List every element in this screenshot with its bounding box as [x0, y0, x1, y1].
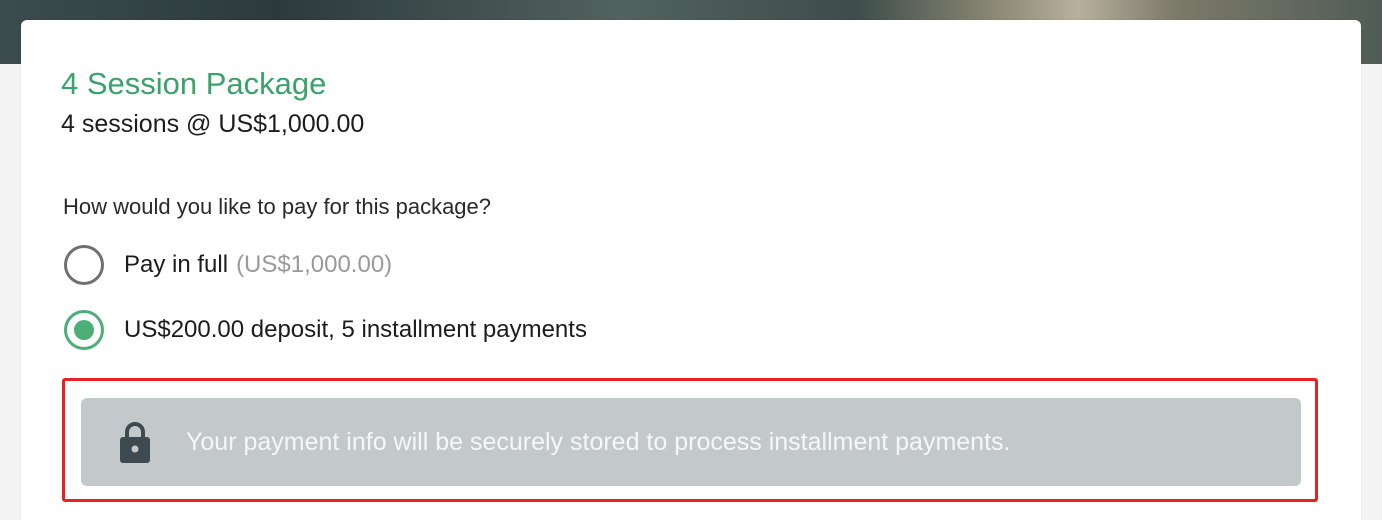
deposit-installments-label: US$200.00 deposit, 5 installment payment…: [124, 316, 587, 343]
payment-question: How would you like to pay for this packa…: [63, 194, 492, 219]
pay-in-full-option[interactable]: Pay in full (US$1,000.00): [64, 245, 392, 285]
package-subtitle: 4 sessions @ US$1,000.00: [61, 110, 365, 138]
secure-storage-text: Your payment info will be securely store…: [186, 427, 1011, 456]
deposit-installments-option[interactable]: US$200.00 deposit, 5 installment payment…: [64, 310, 587, 350]
payment-page: 4 Session Package 4 sessions @ US$1,000.…: [0, 0, 1382, 520]
pay-in-full-radio[interactable]: [64, 245, 104, 285]
deposit-installments-radio[interactable]: [64, 310, 104, 350]
lock-icon: [120, 422, 150, 463]
secure-storage-notice: Your payment info will be securely store…: [81, 398, 1301, 486]
pay-in-full-amount: (US$1,000.00): [236, 251, 393, 278]
package-title: 4 Session Package: [61, 66, 327, 101]
pay-in-full-label: Pay in full: [124, 251, 229, 278]
